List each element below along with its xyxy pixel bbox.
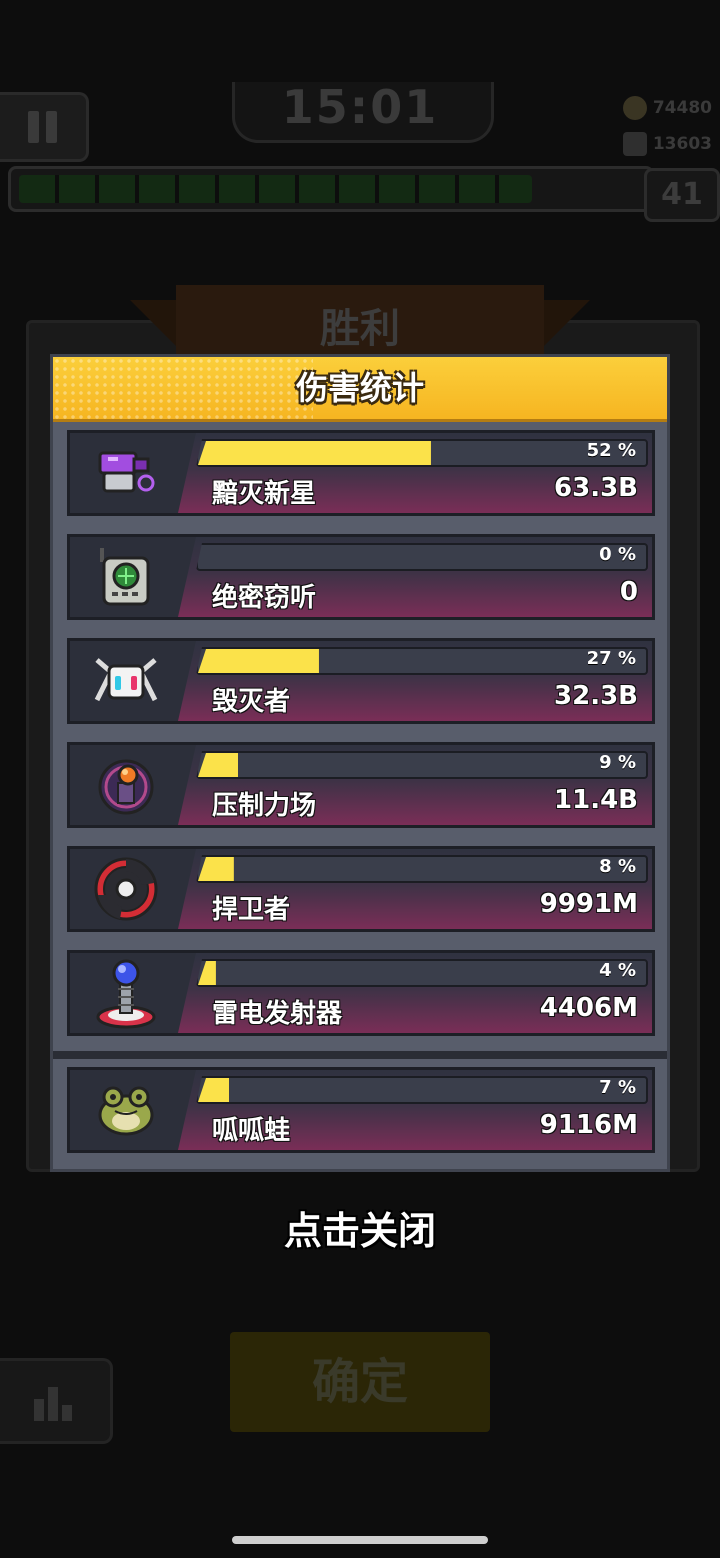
damage-share-bar: 4 % bbox=[196, 959, 648, 987]
damage-stats-popup: 伤害统计 52 % 黯灭新星 63.3B 0 % 绝密窃听 0 27 % 毁灭者 32.3B 9 … bbox=[50, 354, 670, 1172]
weapon-row: 27 % 毁灭者 32.3B bbox=[67, 638, 655, 724]
weapon-name: 毁灭者 bbox=[212, 687, 291, 717]
damage-value: 11.4B bbox=[554, 785, 638, 815]
experience-bar bbox=[8, 166, 654, 212]
damage-percent: 9 % bbox=[599, 752, 636, 773]
frog-pet-icon bbox=[70, 1070, 182, 1150]
tap-to-close-hint[interactable]: 点击关闭 bbox=[0, 1200, 720, 1255]
damage-value: 4406M bbox=[539, 993, 638, 1023]
damage-percent: 8 % bbox=[599, 856, 636, 877]
damage-value: 0 bbox=[619, 577, 638, 607]
level-badge: 41 bbox=[644, 168, 720, 222]
purple-blaster-icon bbox=[70, 433, 182, 513]
damage-share-fill bbox=[198, 441, 431, 465]
home-indicator[interactable] bbox=[232, 1536, 488, 1544]
stats-button[interactable] bbox=[0, 1358, 113, 1444]
victory-label: 胜利 bbox=[320, 306, 400, 352]
damage-share-bar: 52 % bbox=[196, 439, 648, 467]
game-timer: 15:01 bbox=[281, 80, 439, 134]
pause-button[interactable] bbox=[0, 92, 89, 162]
force-field-icon bbox=[70, 745, 182, 825]
weapon-name: 压制力场 bbox=[212, 791, 317, 821]
damage-share-fill bbox=[198, 1078, 230, 1102]
damage-share-fill bbox=[198, 857, 234, 881]
weapon-name: 捍卫者 bbox=[212, 895, 291, 925]
gem-icon bbox=[622, 132, 647, 156]
weapon-name: 黯灭新星 bbox=[212, 479, 317, 509]
damage-share-fill bbox=[198, 753, 239, 777]
damage-value: 63.3B bbox=[554, 473, 638, 503]
damage-percent: 4 % bbox=[599, 960, 636, 981]
pet-row: 7 % 呱呱蛙 9116M bbox=[67, 1067, 655, 1153]
damage-share-bar: 9 % bbox=[196, 751, 648, 779]
weapon-row: 9 % 压制力场 11.4B bbox=[67, 742, 655, 828]
guardian-ring-icon bbox=[70, 849, 182, 929]
damage-percent: 7 % bbox=[599, 1077, 636, 1098]
confirm-button[interactable]: 确定 bbox=[230, 1332, 490, 1432]
damage-percent: 52 % bbox=[586, 440, 636, 461]
damage-percent: 27 % bbox=[586, 648, 636, 669]
tesla-emitter-icon bbox=[70, 953, 182, 1033]
weapon-name: 呱呱蛙 bbox=[212, 1116, 291, 1146]
robot-destroyer-icon bbox=[70, 641, 182, 721]
gem-counter: 13603 bbox=[622, 132, 712, 156]
experience-fill bbox=[19, 175, 533, 203]
damage-share-fill bbox=[198, 649, 319, 673]
weapon-row: 52 % 黯灭新星 63.3B bbox=[67, 430, 655, 516]
coin-counter: 74480 bbox=[622, 96, 712, 120]
weapon-name: 绝密窃听 bbox=[212, 583, 317, 613]
damage-value: 9991M bbox=[539, 889, 638, 919]
weapon-row: 0 % 绝密窃听 0 bbox=[67, 534, 655, 620]
weapon-row: 8 % 捍卫者 9991M bbox=[67, 846, 655, 932]
coin-icon bbox=[622, 96, 647, 120]
bar-chart-icon bbox=[34, 1399, 44, 1421]
weapon-row: 4 % 雷电发射器 4406M bbox=[67, 950, 655, 1036]
radio-device-icon bbox=[70, 537, 182, 617]
popup-header: 伤害统计 bbox=[53, 357, 667, 422]
damage-value: 32.3B bbox=[554, 681, 638, 711]
damage-value: 9116M bbox=[539, 1110, 638, 1140]
damage-share-bar: 7 % bbox=[196, 1076, 648, 1104]
damage-percent: 0 % bbox=[599, 544, 636, 565]
pause-icon bbox=[28, 111, 39, 143]
damage-share-bar: 0 % bbox=[196, 543, 648, 571]
damage-share-bar: 27 % bbox=[196, 647, 648, 675]
popup-title: 伤害统计 bbox=[295, 369, 424, 407]
damage-share-bar: 8 % bbox=[196, 855, 648, 883]
pet-divider bbox=[53, 1051, 667, 1059]
weapon-name: 雷电发射器 bbox=[212, 999, 343, 1029]
